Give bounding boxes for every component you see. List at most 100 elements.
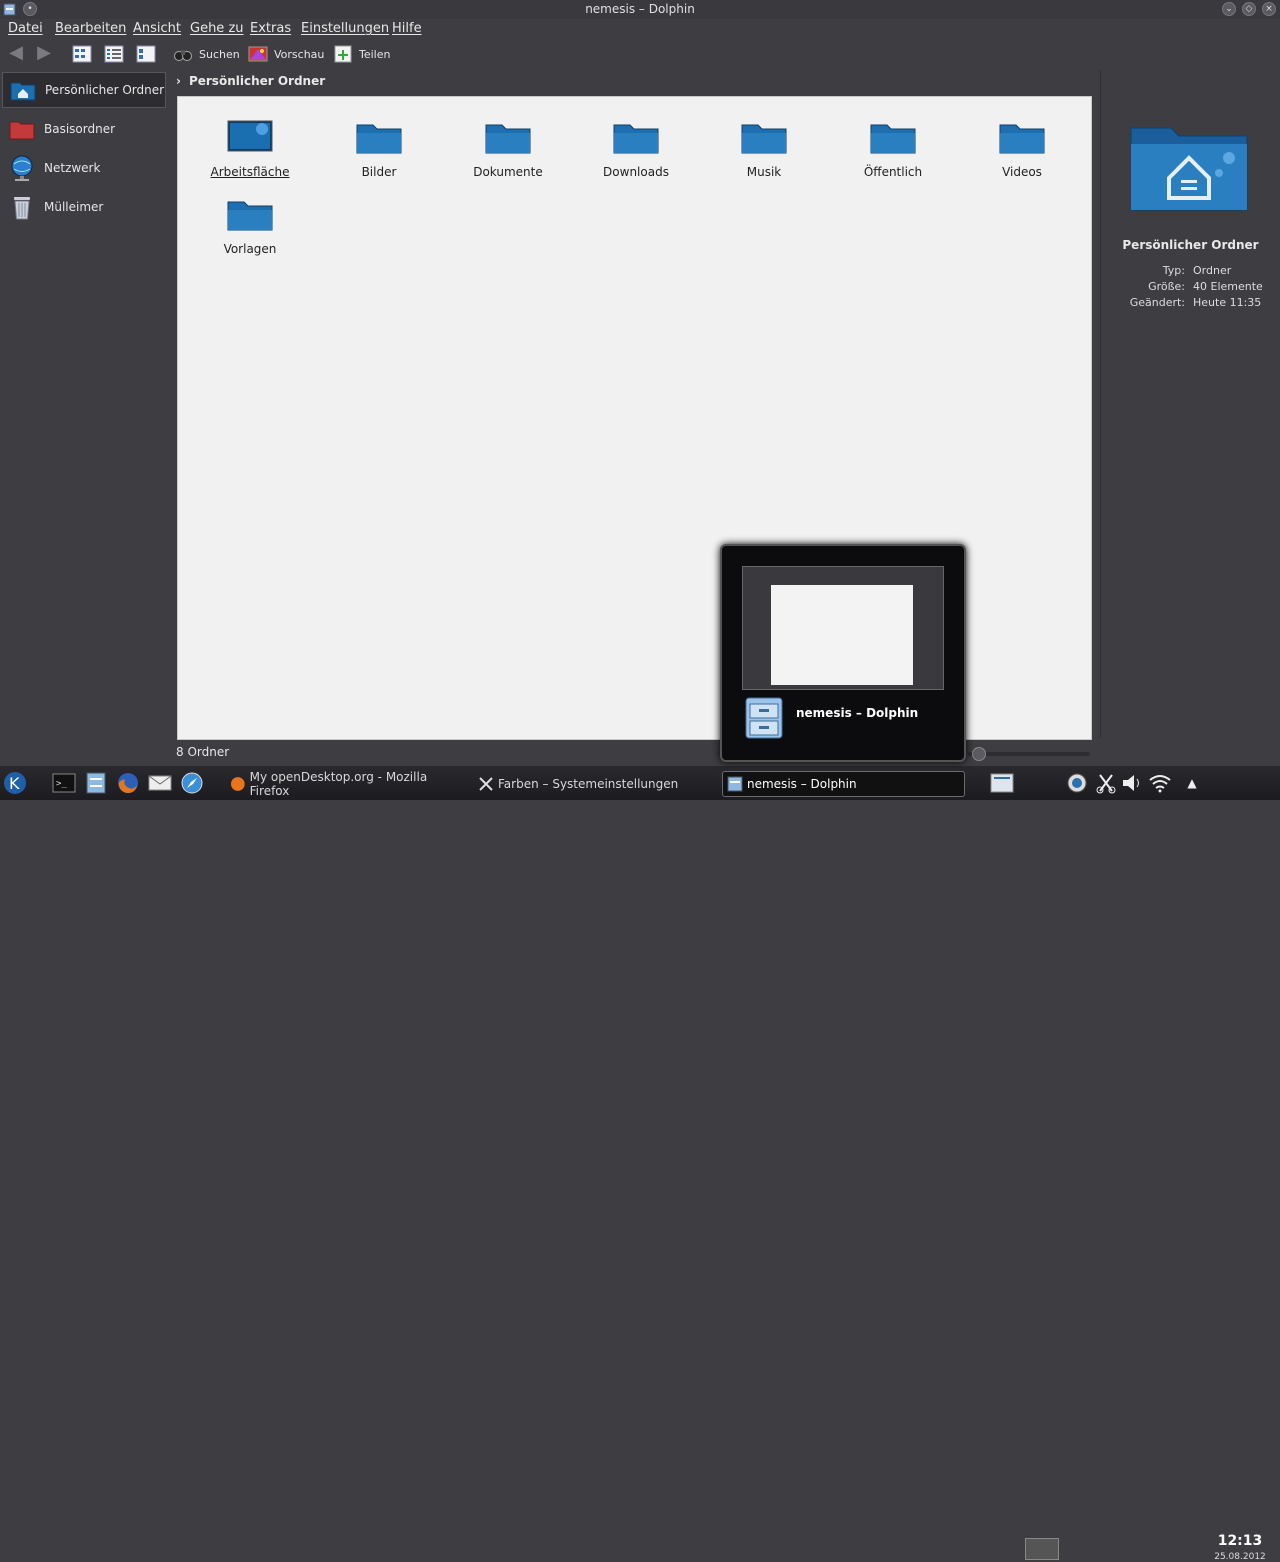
share-icon bbox=[334, 45, 352, 63]
places-panel: Persönlicher Ordner Basisordner Netzwerk… bbox=[0, 70, 168, 738]
menu-gehe-zu[interactable]: Gehe zu bbox=[190, 21, 244, 36]
file-item-label: Videos bbox=[1002, 165, 1042, 179]
menu-bearbeiten[interactable]: Bearbeiten bbox=[55, 21, 126, 36]
svg-text:>_: >_ bbox=[56, 779, 67, 789]
maximize-button[interactable]: ◇ bbox=[1242, 2, 1256, 16]
folder-icon bbox=[227, 201, 273, 231]
place-root-label: Basisordner bbox=[44, 122, 116, 136]
share-button-label: Teilen bbox=[359, 47, 391, 61]
home-folder-icon bbox=[10, 82, 36, 101]
binoculars-icon bbox=[174, 50, 192, 61]
file-manager-icon[interactable] bbox=[84, 771, 108, 795]
folder-icon bbox=[741, 124, 787, 154]
place-network-label: Netzwerk bbox=[44, 161, 101, 175]
file-item-label: Vorlagen bbox=[223, 242, 277, 256]
file-item-arbeitsflaeche[interactable]: Arbeitsfläche bbox=[195, 105, 305, 179]
search-button[interactable]: Suchen bbox=[173, 44, 240, 64]
window-preview-tooltip[interactable]: nemesis – Dolphin bbox=[720, 544, 966, 762]
window-title: nemesis – Dolphin bbox=[585, 2, 695, 16]
file-item-bilder[interactable]: Bilder bbox=[324, 105, 434, 179]
icons-view-button[interactable] bbox=[72, 44, 92, 64]
zoom-slider-handle[interactable] bbox=[972, 747, 986, 761]
wifi-icon[interactable] bbox=[1148, 771, 1172, 795]
breadcrumb[interactable]: › Persönlicher Ordner bbox=[176, 70, 1092, 92]
place-root[interactable]: Basisordner bbox=[2, 111, 166, 147]
clock-time[interactable]: 12:13 bbox=[1205, 1533, 1275, 1549]
task-dolphin-label: nemesis – Dolphin bbox=[747, 777, 857, 791]
menu-einstellungen[interactable]: Einstellungen bbox=[301, 21, 389, 36]
forward-arrow-icon[interactable]: ▶ bbox=[34, 44, 54, 64]
pager-icon[interactable] bbox=[990, 771, 1014, 795]
info-row-size: Größe: 40 Elemente bbox=[1148, 280, 1263, 293]
file-item-label: Arbeitsfläche bbox=[210, 165, 290, 179]
update-notifier-icon[interactable] bbox=[1065, 771, 1089, 795]
file-item-musik[interactable]: Musik bbox=[709, 105, 819, 179]
desktop-pager[interactable] bbox=[1025, 1538, 1059, 1560]
taskbar: K >_ My openDesktop.org - Mozilla Firefo… bbox=[0, 766, 1280, 1562]
menu-hilfe[interactable]: Hilfe bbox=[392, 21, 422, 36]
close-button[interactable]: × bbox=[1262, 2, 1276, 16]
back-arrow-icon[interactable]: ◀ bbox=[6, 44, 26, 64]
window-titlebar[interactable]: • nemesis – Dolphin ⌄ ◇ × bbox=[0, 0, 1280, 19]
file-item-dokumente[interactable]: Dokumente bbox=[453, 105, 563, 179]
firefox-icon[interactable] bbox=[116, 771, 140, 795]
mail-icon[interactable] bbox=[148, 771, 172, 795]
volume-icon[interactable] bbox=[1120, 771, 1144, 795]
file-item-label: Bilder bbox=[361, 165, 397, 179]
browser-compass-icon[interactable] bbox=[180, 771, 204, 795]
folder-icon bbox=[870, 124, 916, 154]
clock-date: 25.08.2012 bbox=[1214, 1552, 1266, 1562]
task-systemsettings-label: Farben – Systemeinstellungen bbox=[498, 777, 679, 791]
file-item-label: Dokumente bbox=[473, 165, 543, 179]
dolphin-task-icon bbox=[727, 776, 743, 792]
breadcrumb-chevron-icon: › bbox=[176, 74, 181, 88]
folder-icon bbox=[485, 124, 531, 154]
share-button[interactable]: Teilen bbox=[333, 44, 390, 64]
kde-menu-icon[interactable]: K bbox=[3, 771, 27, 795]
minimize-button[interactable]: ⌄ bbox=[1222, 2, 1236, 16]
menu-ansicht[interactable]: Ansicht bbox=[133, 21, 181, 36]
firefox-task-icon bbox=[230, 777, 245, 791]
info-name: Persönlicher Ordner bbox=[1122, 238, 1259, 252]
task-firefox-label: My openDesktop.org - Mozilla Firefox bbox=[249, 770, 428, 798]
dolphin-cabinet-icon bbox=[745, 697, 783, 739]
task-dolphin[interactable]: nemesis – Dolphin bbox=[722, 771, 965, 797]
place-trash-label: Mülleimer bbox=[44, 200, 104, 214]
place-trash[interactable]: Mülleimer bbox=[2, 189, 166, 225]
trash-icon bbox=[14, 197, 30, 220]
tray-expand-icon[interactable]: ▲ bbox=[1180, 771, 1204, 795]
menu-extras[interactable]: Extras bbox=[250, 21, 291, 36]
file-item-downloads[interactable]: Downloads bbox=[581, 105, 691, 179]
info-row-type: Typ: Ordner bbox=[1162, 264, 1232, 277]
icons-view-icon bbox=[72, 45, 92, 63]
details-view-button[interactable] bbox=[104, 44, 124, 64]
window-thumbnail bbox=[742, 566, 944, 690]
columns-view-button[interactable] bbox=[136, 44, 156, 64]
network-globe-icon bbox=[11, 155, 33, 181]
file-item-label: Musik bbox=[746, 165, 782, 179]
search-button-label: Suchen bbox=[199, 47, 240, 61]
task-firefox[interactable]: My openDesktop.org - Mozilla Firefox bbox=[226, 770, 466, 798]
terminal-icon[interactable]: >_ bbox=[52, 771, 76, 795]
breadcrumb-home[interactable]: Persönlicher Ordner bbox=[189, 74, 325, 88]
file-item-label: Öffentlich bbox=[863, 165, 923, 179]
zoom-slider[interactable] bbox=[968, 747, 1090, 761]
status-text: 8 Ordner bbox=[176, 745, 230, 759]
folder-icon bbox=[999, 124, 1045, 154]
preview-icon bbox=[248, 46, 268, 62]
klipper-scissors-icon[interactable] bbox=[1094, 771, 1118, 795]
file-item-videos[interactable]: Videos bbox=[967, 105, 1077, 179]
home-folder-large-icon bbox=[1130, 127, 1248, 211]
task-systemsettings[interactable]: Farben – Systemeinstellungen bbox=[474, 771, 714, 797]
place-home[interactable]: Persönlicher Ordner bbox=[2, 72, 166, 108]
file-item-oeffentlich[interactable]: Öffentlich bbox=[838, 105, 948, 179]
information-panel: Persönlicher Ordner Typ: Ordner Größe: 40 … bbox=[1100, 70, 1280, 738]
menubar: Datei Bearbeiten Ansicht Gehe zu Extras … bbox=[0, 19, 1280, 39]
info-row-modified: Geändert: Heute 11:35 bbox=[1129, 296, 1262, 309]
desktop-icon bbox=[227, 120, 273, 152]
preview-title: nemesis – Dolphin bbox=[796, 706, 919, 720]
file-item-vorlagen[interactable]: Vorlagen bbox=[195, 182, 305, 256]
place-network[interactable]: Netzwerk bbox=[2, 150, 166, 186]
menu-datei[interactable]: Datei bbox=[8, 21, 43, 36]
preview-button[interactable]: Vorschau bbox=[248, 44, 324, 64]
